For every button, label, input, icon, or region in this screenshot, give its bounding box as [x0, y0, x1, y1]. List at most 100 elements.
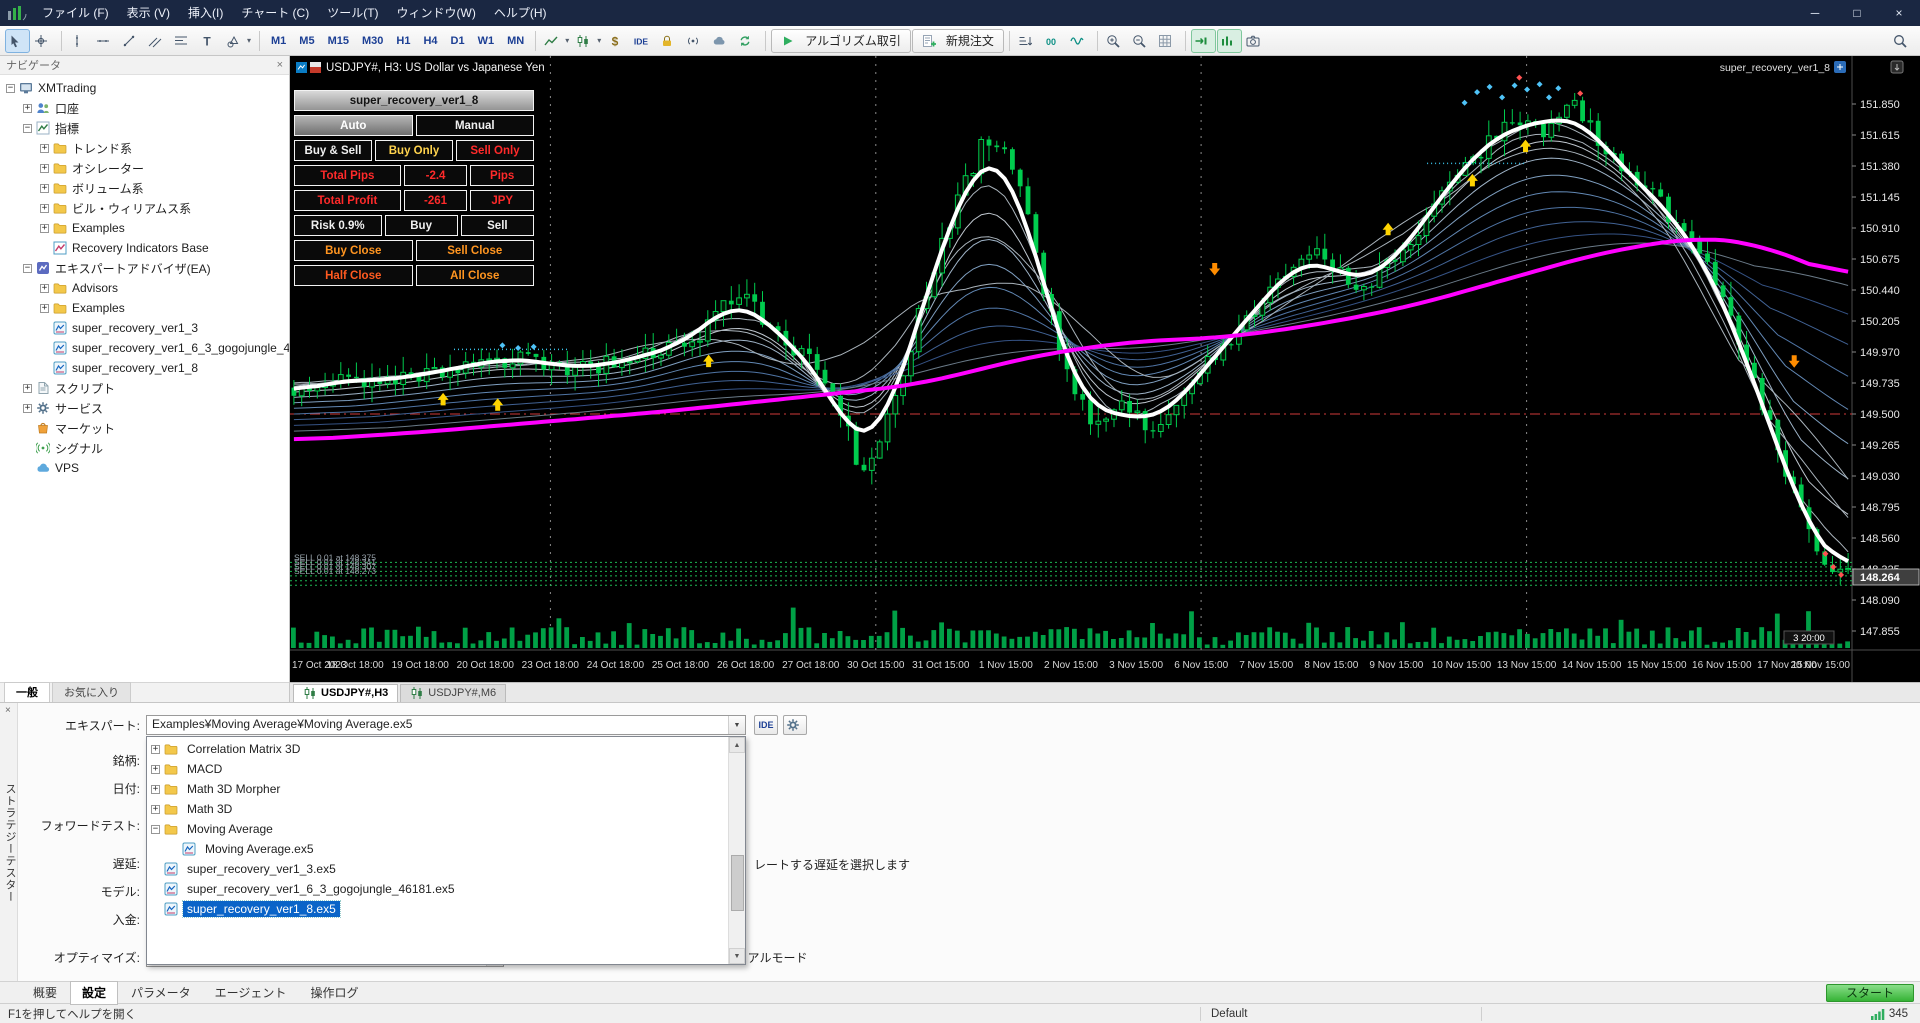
ea-all-close-button[interactable]: All Close [415, 265, 534, 286]
navigator-item[interactable]: + Examples [0, 218, 289, 238]
dropdown-item[interactable]: + Math 3D [147, 799, 728, 819]
expander-plus-icon[interactable]: + [40, 183, 49, 193]
timeframe-D1-button[interactable]: D1 [445, 29, 471, 53]
expander-plus-icon[interactable]: + [40, 143, 49, 153]
navigator-item[interactable]: マーケット [0, 418, 289, 438]
maximize-button[interactable]: □ [1836, 0, 1878, 26]
navigator-item[interactable]: Recovery Indicators Base [0, 238, 289, 258]
navigator-tab-active[interactable]: 一般 [4, 682, 50, 702]
expander-minus-icon[interactable]: − [23, 263, 32, 273]
menubar-item[interactable]: ファイル (F) [33, 0, 118, 26]
ide-button[interactable]: IDE [631, 29, 656, 53]
auto-scroll-button[interactable] [1216, 28, 1242, 53]
navigator-item[interactable]: super_recovery_ver1_8 [0, 358, 289, 378]
ea-sell-close-button[interactable]: Sell Close [415, 240, 534, 261]
navigator-item[interactable]: + スクリプト [0, 378, 289, 398]
expander-plus-icon[interactable]: + [40, 303, 49, 313]
text-button[interactable]: T [197, 29, 222, 53]
expander-plus-icon[interactable]: + [40, 223, 49, 233]
tester-tab[interactable]: 概要 [22, 982, 68, 1004]
ea-manual-button[interactable]: Manual [415, 115, 534, 136]
dropdown-item[interactable]: Moving Average.ex5 [147, 839, 728, 859]
wave-button[interactable] [1067, 29, 1092, 53]
expander-plus-icon[interactable]: + [151, 784, 160, 794]
dropdown-item[interactable]: + Math 3D Morpher [147, 779, 728, 799]
expander-plus-icon[interactable]: + [23, 103, 32, 113]
expander-plus-icon[interactable]: + [151, 764, 160, 774]
grid-button[interactable] [1155, 29, 1180, 53]
timeframe-M30-button[interactable]: M30 [356, 29, 389, 53]
timeframe-M5-button[interactable]: M5 [293, 29, 320, 53]
connection-status[interactable]: 345 [1870, 1008, 1920, 1020]
ea-sell-button[interactable]: Sell [460, 215, 534, 236]
scrollbar[interactable]: ▲ ▼ [728, 737, 745, 964]
minimize-button[interactable]: ─ [1794, 0, 1836, 26]
dropdown-item[interactable]: super_recovery_ver1_6_3_gogojungle_46181… [147, 879, 728, 899]
expander-plus-icon[interactable]: + [40, 283, 49, 293]
expert-combobox[interactable]: Examples¥Moving Average¥Moving Average.e… [146, 715, 746, 735]
menubar-item[interactable]: 挿入(I) [179, 0, 232, 26]
lock-button[interactable] [657, 29, 682, 53]
ea-buy-close-button[interactable]: Buy Close [294, 240, 413, 261]
camera-button[interactable] [1243, 29, 1268, 53]
price-chart[interactable]: SELL 0.01 at 148.375SELL 0.01 at 148.341… [290, 56, 1920, 682]
timeframe-M15-button[interactable]: M15 [322, 29, 355, 53]
ea-sell-only-button[interactable]: Sell Only [456, 140, 534, 161]
zoom-in-button[interactable] [1103, 29, 1128, 53]
menubar-item[interactable]: ヘルプ(H) [485, 0, 556, 26]
channel-button[interactable] [145, 29, 170, 53]
sync-button[interactable] [735, 29, 760, 53]
navigator-item[interactable]: + ビル・ウィリアムス系 [0, 198, 289, 218]
timeframe-M1-button[interactable]: M1 [265, 29, 292, 53]
expander-minus-icon[interactable]: − [23, 123, 32, 133]
zero-bars-button[interactable]: 00 [1041, 29, 1066, 53]
ea-half-close-button[interactable]: Half Close [294, 265, 413, 286]
ea-buy-sell-button[interactable]: Buy & Sell [294, 140, 372, 161]
expander-plus-icon[interactable]: + [40, 203, 49, 213]
navigator-item[interactable]: + トレンド系 [0, 138, 289, 158]
ea-buy-button[interactable]: Buy [384, 215, 458, 236]
close-button[interactable]: × [1878, 0, 1920, 26]
navigator-item[interactable]: + Advisors [0, 278, 289, 298]
tester-tab[interactable]: エージェント [204, 982, 298, 1004]
candle-chart-button[interactable]: ▾ [573, 29, 604, 53]
step-forward-button[interactable] [1190, 28, 1216, 53]
expander-minus-icon[interactable]: − [151, 824, 160, 834]
expander-plus-icon[interactable]: + [151, 804, 160, 814]
scroll-up-icon[interactable]: ▲ [729, 737, 745, 753]
chart-tab[interactable]: USDJPY#,H3 [293, 684, 399, 702]
search-button[interactable] [1890, 29, 1915, 53]
algo-trading-button[interactable]: アルゴリズム取引 [771, 28, 911, 53]
dropdown-item[interactable]: + MACD [147, 759, 728, 779]
vertical-line-button[interactable] [67, 29, 92, 53]
crosshair-button[interactable] [31, 29, 56, 53]
timeframe-H1-button[interactable]: H1 [390, 29, 416, 53]
timeframe-MN-button[interactable]: MN [501, 29, 530, 53]
chevron-down-icon[interactable]: ▼ [728, 716, 745, 734]
navigator-item[interactable]: + ボリューム系 [0, 178, 289, 198]
dropdown-item[interactable]: super_recovery_ver1_8.ex5 [147, 899, 728, 919]
navigator-item[interactable]: + オシレーター [0, 158, 289, 178]
navigator-item[interactable]: + サービス [0, 398, 289, 418]
tester-tab[interactable]: パラメータ [120, 982, 202, 1004]
start-button[interactable]: スタート [1826, 984, 1914, 1002]
broadcast-button[interactable] [683, 29, 708, 53]
close-icon[interactable]: × [5, 705, 11, 716]
menubar-item[interactable]: ウィンドウ(W) [388, 0, 485, 26]
menubar-item[interactable]: 表示 (V) [118, 0, 179, 26]
trendline-button[interactable] [119, 29, 144, 53]
pointer-button[interactable] [5, 28, 30, 53]
navigator-item[interactable]: super_recovery_ver1_6_3_gogojungle_46 [0, 338, 289, 358]
sort-button[interactable] [1015, 29, 1040, 53]
dropdown-item[interactable]: super_recovery_ver1_3.ex5 [147, 859, 728, 879]
navigator-item[interactable]: + 口座 [0, 98, 289, 118]
scrollbar-thumb[interactable] [730, 855, 744, 911]
shapes-button[interactable]: ▾ [223, 29, 254, 53]
zoom-out-button[interactable] [1129, 29, 1154, 53]
close-icon[interactable]: × [277, 59, 283, 71]
horizontal-line-button[interactable] [93, 29, 118, 53]
ea-auto-button[interactable]: Auto [294, 115, 413, 136]
fibonacci-button[interactable] [171, 29, 196, 53]
navigator-tab-inactive[interactable]: お気に入り [52, 682, 131, 702]
ide-button[interactable]: IDE [754, 715, 778, 735]
